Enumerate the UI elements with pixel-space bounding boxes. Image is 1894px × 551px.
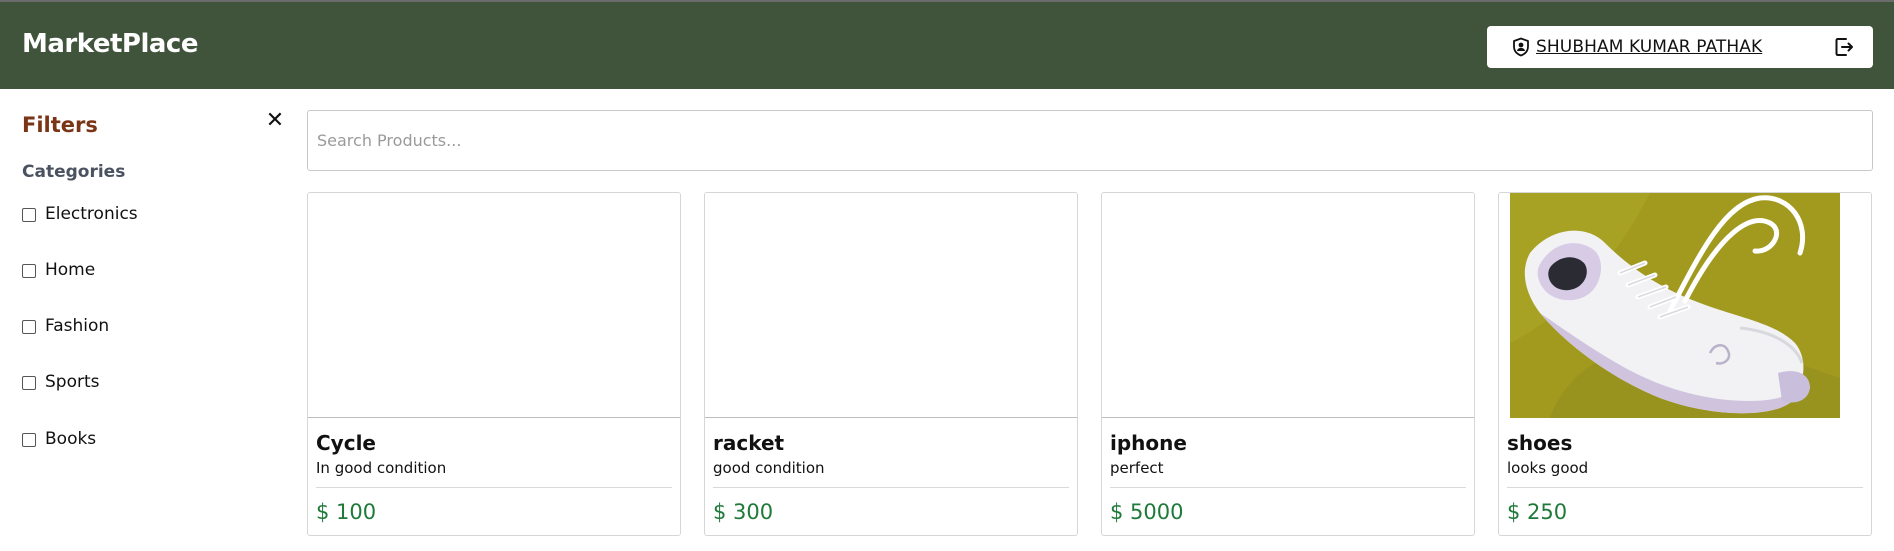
search-bar[interactable] bbox=[307, 110, 1873, 171]
product-name: racket bbox=[713, 431, 785, 455]
product-price: $ 5000 bbox=[1110, 500, 1184, 524]
product-name: shoes bbox=[1507, 431, 1573, 455]
shoe-image bbox=[1510, 193, 1840, 418]
checkbox[interactable] bbox=[22, 208, 36, 222]
category-label: Books bbox=[45, 429, 97, 449]
divider bbox=[316, 487, 672, 488]
filters-sidebar: Filters ✕ Categories Electronics Home Fa… bbox=[0, 89, 290, 551]
checkbox[interactable] bbox=[22, 376, 36, 390]
product-card[interactable]: shoes looks good $ 250 bbox=[1498, 192, 1872, 536]
checkbox[interactable] bbox=[22, 433, 36, 447]
product-description: In good condition bbox=[316, 459, 447, 477]
product-price: $ 250 bbox=[1507, 500, 1568, 524]
product-price: $ 300 bbox=[713, 500, 774, 524]
product-description: perfect bbox=[1110, 459, 1164, 477]
product-description: looks good bbox=[1507, 459, 1589, 477]
brand-logo[interactable]: MarketPlace bbox=[22, 29, 198, 59]
user-name-link[interactable]: SHUBHAM KUMAR PATHAK bbox=[1536, 37, 1762, 57]
product-image bbox=[1499, 193, 1871, 418]
divider bbox=[1110, 487, 1466, 488]
close-icon[interactable]: ✕ bbox=[265, 110, 285, 132]
product-card[interactable]: racket good condition $ 300 bbox=[704, 192, 1078, 536]
product-price: $ 100 bbox=[316, 500, 377, 524]
product-card[interactable]: Cycle In good condition $ 100 bbox=[307, 192, 681, 536]
product-name: iphone bbox=[1110, 431, 1187, 455]
divider bbox=[713, 487, 1069, 488]
category-label: Sports bbox=[45, 372, 100, 392]
checkbox[interactable] bbox=[22, 264, 36, 278]
checkbox[interactable] bbox=[22, 320, 36, 334]
logout-icon[interactable] bbox=[1833, 36, 1855, 58]
product-card[interactable]: iphone perfect $ 5000 bbox=[1101, 192, 1475, 536]
category-label: Fashion bbox=[45, 316, 110, 336]
category-label: Electronics bbox=[45, 204, 138, 224]
product-name: Cycle bbox=[316, 431, 376, 455]
category-label: Home bbox=[45, 260, 96, 280]
categories-heading: Categories bbox=[22, 162, 126, 182]
filters-title: Filters bbox=[22, 113, 98, 137]
product-image-placeholder bbox=[308, 193, 680, 418]
divider bbox=[1507, 487, 1863, 488]
product-image-placeholder bbox=[705, 193, 1077, 418]
top-navbar: MarketPlace SHUBHAM KUMAR PATHAK bbox=[0, 0, 1894, 89]
user-menu[interactable]: SHUBHAM KUMAR PATHAK bbox=[1487, 26, 1873, 68]
product-image-placeholder bbox=[1102, 193, 1474, 418]
product-description: good condition bbox=[713, 459, 825, 477]
search-input[interactable] bbox=[308, 111, 1872, 170]
user-shield-icon bbox=[1513, 37, 1529, 57]
